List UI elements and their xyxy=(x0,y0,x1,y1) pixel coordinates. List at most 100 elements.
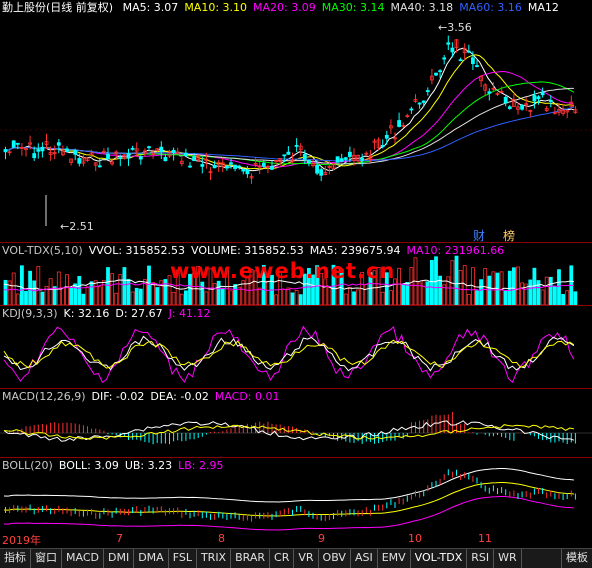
candle-body xyxy=(138,156,143,160)
volume-bar xyxy=(229,290,233,305)
volume-bar xyxy=(454,255,459,305)
candle-body xyxy=(130,147,135,150)
candle-body xyxy=(319,169,324,176)
ma-legend-item: MA30: 3.14 xyxy=(321,1,385,14)
candle-body xyxy=(229,162,233,165)
price-header: 勤上股份(日线 前复权) MA5: 3.07 MA10: 3.10 MA20: 3.… xyxy=(0,0,571,16)
tab-dmi[interactable]: DMI xyxy=(104,549,135,568)
volume-bar xyxy=(520,282,524,305)
boll-panel[interactable]: BOLL(20) BOLL: 3.09 UB: 3.23 LB: 2.95 xyxy=(0,458,592,532)
candlestick-chart[interactable] xyxy=(0,0,592,242)
volume-bar xyxy=(85,286,90,305)
candle-body xyxy=(261,162,266,167)
candle-body xyxy=(270,166,274,170)
volume-bar xyxy=(286,287,291,305)
tab-asi[interactable]: ASI xyxy=(351,549,378,568)
kdj-panel[interactable]: KDJ(9,3,3) K: 32.16 D: 27.67 J: 41.12 xyxy=(0,306,592,388)
ma-legend-item: MA20: 3.09 xyxy=(253,1,316,14)
candle-body xyxy=(40,146,45,152)
tab-vr[interactable]: VR xyxy=(294,549,319,568)
candle-body xyxy=(237,165,242,168)
candle-body xyxy=(302,154,307,160)
boll-mid-line xyxy=(3,482,574,517)
vol-item: MA5: 239675.94 xyxy=(309,244,401,257)
volume-bar xyxy=(220,287,225,305)
volume-bar xyxy=(19,265,24,305)
rank-marker[interactable]: 榜 xyxy=(503,227,515,244)
volume-bar xyxy=(565,290,570,305)
date-tick: 11 xyxy=(478,532,492,545)
tab-vol-tdx[interactable]: VOL-TDX xyxy=(411,549,468,568)
candle-body xyxy=(450,47,455,53)
volume-bar xyxy=(110,273,114,305)
volume-bar xyxy=(114,292,119,305)
candle-body xyxy=(241,168,246,172)
finance-marker[interactable]: 财 xyxy=(473,227,485,244)
ma-legend-item: MA10: 3.10 xyxy=(184,1,248,14)
date-tick: 10 xyxy=(408,532,422,545)
volume-bar xyxy=(61,287,65,305)
tab-obv[interactable]: OBV xyxy=(319,549,351,568)
macd-panel[interactable]: MACD(12,26,9) DIF: -0.02 DEA: -0.02 MACD: 0… xyxy=(0,389,592,457)
volume-bar xyxy=(69,287,73,305)
volume-bar xyxy=(487,275,492,305)
candle-body xyxy=(212,165,217,169)
tab-dma[interactable]: DMA xyxy=(134,549,169,568)
candle-body xyxy=(417,102,422,105)
volume-bar xyxy=(130,291,135,305)
tabbar-spacer xyxy=(522,549,561,568)
vol-item: MA10: 231961.66 xyxy=(406,244,505,257)
volume-bar xyxy=(138,288,143,305)
volume-bar xyxy=(183,290,188,305)
boll-item: LB: 2.95 xyxy=(178,459,224,472)
boll-header: BOLL(20) BOLL: 3.09 UB: 3.23 LB: 2.95 xyxy=(0,458,230,474)
volume-bar xyxy=(81,293,86,305)
price-panel[interactable]: 勤上股份(日线 前复权) MA5: 3.07 MA10: 3.10 MA20: 3.… xyxy=(0,0,592,242)
volume-bar xyxy=(298,294,303,305)
date-tick: 2019年 xyxy=(2,534,41,547)
tab-指标[interactable]: 指标 xyxy=(0,549,31,568)
volume-bar xyxy=(475,290,479,305)
candle-body xyxy=(360,157,365,161)
boll-item: BOLL: 3.09 xyxy=(58,459,119,472)
tab-emv[interactable]: EMV xyxy=(378,549,411,568)
candle-body xyxy=(434,72,438,76)
kdj-item: KDJ(9,3,3) xyxy=(2,307,58,320)
volume-bar xyxy=(409,267,414,305)
volume-bar xyxy=(388,290,393,305)
candle-body xyxy=(282,154,287,157)
tab-trix[interactable]: TRIX xyxy=(197,549,232,568)
candle-body xyxy=(339,158,344,162)
volume-bar xyxy=(573,291,578,305)
volume-bar xyxy=(48,278,53,305)
candle-body xyxy=(3,149,8,153)
candle-body xyxy=(335,156,340,163)
candle-body xyxy=(11,140,16,148)
candle-body xyxy=(446,42,451,45)
template-button[interactable]: 模板 xyxy=(561,549,592,568)
volume-bar xyxy=(516,266,520,305)
volume-bar xyxy=(274,294,279,305)
candle-body xyxy=(520,104,524,110)
candle-body xyxy=(397,120,402,127)
tab-rsi[interactable]: RSI xyxy=(467,549,495,568)
volume-bar xyxy=(282,288,287,305)
volume-bar xyxy=(548,276,553,305)
tab-brar[interactable]: BRAR xyxy=(231,549,271,568)
volume-bar xyxy=(540,289,545,305)
tab-窗口[interactable]: 窗口 xyxy=(31,549,62,568)
ma-legend-item: MA5: 3.07 xyxy=(122,1,179,14)
ma-legend-item: MA40: 3.18 xyxy=(390,1,454,14)
volume-bar xyxy=(89,281,94,305)
tab-macd[interactable]: MACD xyxy=(62,549,104,568)
macd-header: MACD(12,26,9) DIF: -0.02 DEA: -0.02 MACD: 0… xyxy=(0,389,286,405)
tab-cr[interactable]: CR xyxy=(270,549,295,568)
candle-body xyxy=(442,57,447,60)
candle-body xyxy=(77,158,82,164)
candle-body xyxy=(36,149,41,152)
tab-fsl[interactable]: FSL xyxy=(169,549,197,568)
candle-body xyxy=(126,153,131,159)
tab-wr[interactable]: WR xyxy=(494,549,522,568)
volume-bar xyxy=(343,293,348,305)
candle-body xyxy=(548,99,553,102)
